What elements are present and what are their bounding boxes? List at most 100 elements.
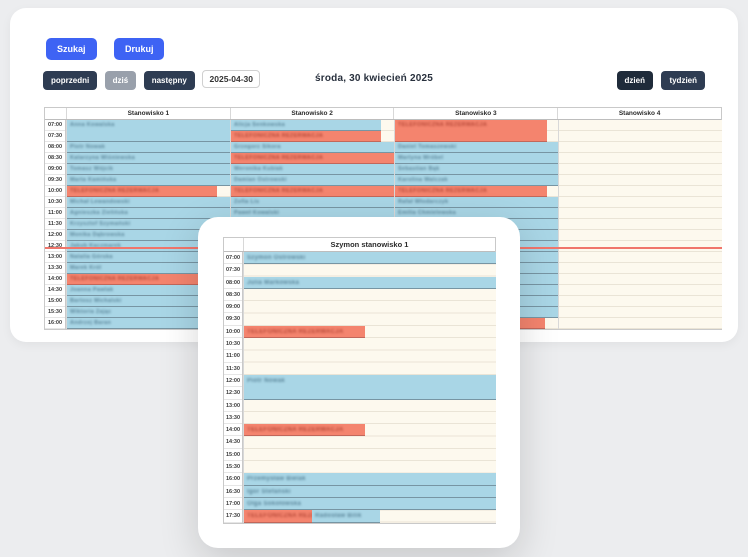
event-label: Martyna Wróbel <box>395 153 558 164</box>
phone-reservation-event[interactable]: TELEFONICZNA REZERWACJA <box>231 186 394 197</box>
time-label: 10:30 <box>45 197 65 208</box>
event-label: TELEFONICZNA REZERWACJA <box>244 510 312 522</box>
appointment-event[interactable]: Przemysław Bielak <box>244 473 496 485</box>
time-label: 14:30 <box>45 285 65 296</box>
appointment-event[interactable]: Zofia Lis <box>231 197 394 208</box>
time-label: 08:30 <box>224 289 242 301</box>
next-day-button[interactable]: następny <box>144 71 195 90</box>
phone-reservation-event[interactable]: TELEFONICZNA REZERWACJA <box>231 131 381 142</box>
column-header-1: Stanowisko 1 <box>66 108 230 119</box>
column-header-4: Stanowisko 4 <box>557 108 721 119</box>
appointment-event[interactable]: Agnieszka Zielińska <box>67 208 230 219</box>
event-label: Olga Sokołowska <box>244 498 496 510</box>
event-label: Karolina Walczak <box>395 175 558 186</box>
appointment-event[interactable]: Piotr Nowak <box>244 375 496 400</box>
phone-reservation-event[interactable]: TELEFONICZNA REZERWACJA <box>244 424 365 436</box>
event-label: Tomasz Wójcik <box>67 164 230 175</box>
time-label: 13:30 <box>224 412 242 424</box>
time-label: 11:00 <box>224 350 242 362</box>
time-label: 08:30 <box>45 153 65 164</box>
appointment-event[interactable]: Szymon Ostrowski <box>244 252 496 264</box>
appointment-event[interactable]: Martyna Wróbel <box>395 153 558 164</box>
phone-reservation-event[interactable]: TELEFONICZNA REZERWACJA <box>244 510 312 522</box>
event-label: Michał Lewandowski <box>67 197 230 208</box>
schedule-column-4 <box>558 120 722 329</box>
appointment-event[interactable]: Grzegorz Sikora <box>231 142 394 153</box>
appointment-event[interactable]: Weronika Kubiak <box>231 164 394 175</box>
time-label: 07:00 <box>45 120 65 131</box>
day-view-button[interactable]: dzień <box>617 71 653 90</box>
event-label: TELEFONICZNA REZERWACJA <box>231 186 394 197</box>
appointment-event[interactable]: Damian Ostrowski <box>231 175 394 186</box>
previous-day-button[interactable]: poprzedni <box>43 71 97 90</box>
appointment-event[interactable]: Piotr Nowak <box>67 142 230 153</box>
phone-reservation-event[interactable]: TELEFONICZNA REZERWACJA <box>231 153 394 164</box>
event-label: Zofia Lis <box>231 197 394 208</box>
time-label: 11:30 <box>224 363 242 375</box>
event-label: TELEFONICZNA REZERWACJA <box>244 424 365 436</box>
appointment-event[interactable]: Radosław Bilik <box>312 510 380 522</box>
appointment-event[interactable]: Alicja Senkowska <box>231 120 381 131</box>
appointment-event[interactable]: Igor Stefański <box>244 486 496 498</box>
time-column: 07:0007:3008:0008:3009:0009:3010:0010:30… <box>224 252 243 523</box>
appointment-event[interactable]: Karolina Walczak <box>395 175 558 186</box>
appointment-event[interactable]: Julia Markowska <box>244 277 496 289</box>
event-label: Damian Ostrowski <box>231 175 394 186</box>
time-label: 13:00 <box>224 400 242 412</box>
time-label: 13:30 <box>45 263 65 274</box>
appointment-event[interactable]: Daniel Tomaszewski <box>395 142 558 153</box>
event-label: Agnieszka Zielińska <box>67 208 230 219</box>
time-label: 07:00 <box>224 252 242 264</box>
appointment-event[interactable]: Rafał Włodarczyk <box>395 197 558 208</box>
event-label: Grzegorz Sikora <box>231 142 394 153</box>
search-button[interactable]: Szukaj <box>46 38 97 60</box>
current-date-title: środa, 30 kwiecień 2025 <box>274 73 474 84</box>
event-label: TELEFONICZNA REZERWACJA <box>67 186 217 197</box>
time-label: 10:00 <box>45 186 65 197</box>
event-label: Katarzyna Wiśniewska <box>67 153 230 164</box>
time-label: 14:30 <box>224 436 242 448</box>
event-label: Alicja Senkowska <box>231 120 381 131</box>
appointment-event[interactable]: Sebastian Bąk <box>395 164 558 175</box>
appointment-event[interactable]: Anna Kowalska <box>67 120 230 142</box>
today-button[interactable]: dziś <box>105 71 137 90</box>
event-label: Radosław Bilik <box>312 510 380 522</box>
time-label: 14:00 <box>224 424 242 436</box>
appointment-event[interactable]: Katarzyna Wiśniewska <box>67 153 230 164</box>
appointment-event[interactable]: Olga Sokołowska <box>244 498 496 510</box>
event-label: Weronika Kubiak <box>231 164 394 175</box>
time-label: 15:00 <box>224 449 242 461</box>
event-label: Marta Kamińska <box>67 175 230 186</box>
event-label: Piotr Nowak <box>67 142 230 153</box>
time-label: 12:30 <box>224 387 242 399</box>
time-label: 16:30 <box>224 486 242 498</box>
time-label: 17:00 <box>224 498 242 510</box>
phone-reservation-event[interactable]: TELEFONICZNA REZERWACJA <box>395 186 547 197</box>
time-label: 12:00 <box>224 375 242 387</box>
time-label: 07:30 <box>45 131 65 142</box>
date-input[interactable] <box>202 70 260 88</box>
event-label: Rafał Włodarczyk <box>395 197 558 208</box>
time-label: 13:00 <box>45 252 65 263</box>
week-view-button[interactable]: tydzień <box>661 71 705 90</box>
phone-reservation-event[interactable]: TELEFONICZNA REZERWACJA <box>395 120 547 142</box>
time-label: 11:00 <box>45 208 65 219</box>
time-label: 10:30 <box>224 338 242 350</box>
phone-reservation-event[interactable]: TELEFONICZNA REZERWACJA <box>244 326 365 338</box>
time-label: 15:30 <box>224 461 242 473</box>
event-label: Anna Kowalska <box>67 120 230 131</box>
time-label: 09:30 <box>45 175 65 186</box>
schedule-column-1: Szymon Ostrowski Julia Markowska TELEFONIC… <box>243 252 496 523</box>
time-label: 09:00 <box>45 164 65 175</box>
column-header-1: Szymon stanowisko 1 <box>243 238 495 251</box>
time-label: 10:00 <box>224 326 242 338</box>
print-button[interactable]: Drukuj <box>114 38 165 60</box>
event-label: TELEFONICZNA REZERWACJA <box>67 274 217 285</box>
phone-reservation-event[interactable]: TELEFONICZNA REZERWACJA <box>67 274 217 285</box>
appointment-event[interactable]: Marta Kamińska <box>67 175 230 186</box>
time-label: 09:00 <box>224 301 242 313</box>
time-label: 15:30 <box>45 307 65 318</box>
appointment-event[interactable]: Tomasz Wójcik <box>67 164 230 175</box>
phone-reservation-event[interactable]: TELEFONICZNA REZERWACJA <box>67 186 217 197</box>
appointment-event[interactable]: Michał Lewandowski <box>67 197 230 208</box>
